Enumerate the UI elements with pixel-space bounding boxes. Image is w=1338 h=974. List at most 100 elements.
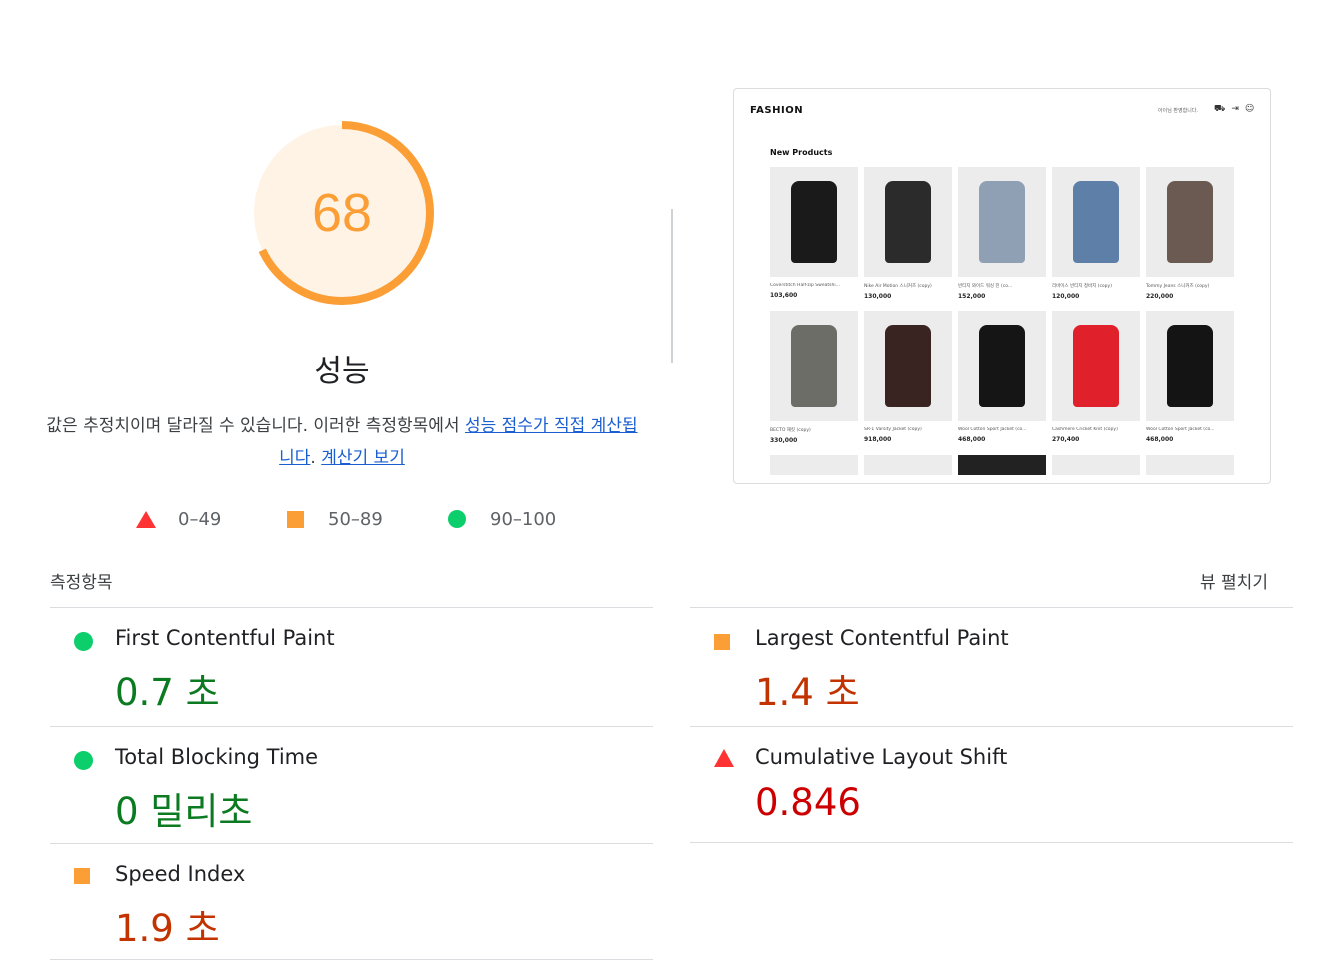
divider — [690, 842, 1293, 843]
legend-label: 0–49 — [178, 508, 222, 530]
shop-section-title: New Products — [770, 148, 833, 157]
product-price: 130,000 — [864, 293, 892, 300]
average-square-icon — [74, 868, 90, 884]
metric-cumulative-layout-shift: Cumulative Layout Shift 0.846 — [690, 727, 1293, 843]
product-name: Tommy Jeans 스니커즈 (copy) — [1146, 284, 1210, 289]
product-garment — [979, 181, 1025, 263]
product-price: 468,000 — [1146, 436, 1174, 443]
divider — [50, 959, 653, 960]
product-card[interactable]: Wool Cotton Sport Jacket (co... 468,000 — [1146, 311, 1234, 443]
square-icon — [287, 510, 304, 528]
product-name: 리바이스 빈티지 청바지 (copy) — [1052, 284, 1112, 289]
product-card-partial — [1146, 455, 1234, 475]
metric-speed-index: Speed Index 1.9 초 — [50, 844, 653, 959]
metric-first-contentful-paint: First Contentful Paint 0.7 초 — [50, 608, 653, 726]
product-price: 330,000 — [770, 437, 798, 444]
product-image — [864, 167, 952, 277]
product-name: Nike Air Motion 스니커즈 (copy) — [864, 284, 932, 289]
product-image — [864, 311, 952, 421]
average-square-icon — [714, 634, 730, 650]
score-description: 값은 추정치이며 달라질 수 있습니다. 이러한 측정항목에서 성능 점수가 직… — [40, 410, 644, 474]
final-screenshot[interactable]: FASHION 아이님 환영합니다. ⛟⇥☺ New Products Cove… — [733, 88, 1271, 484]
product-name: Wool Cotton Sport Jacket (co... — [1146, 427, 1215, 432]
product-garment — [885, 325, 931, 407]
product-card[interactable]: Nike Air Motion 스니커즈 (copy) 130,000 — [864, 167, 952, 300]
legend-fail: 0–49 — [136, 506, 221, 532]
product-garment — [1167, 325, 1213, 407]
product-card[interactable]: 빈티지 와이드 워싱 진 (co... 152,000 — [958, 167, 1046, 300]
shop-greeting: 아이님 환영합니다. — [1158, 108, 1198, 114]
triangle-icon — [136, 510, 156, 528]
metric-total-blocking-time: Total Blocking Time 0 밀리초 — [50, 727, 653, 843]
product-price: 152,000 — [958, 293, 986, 300]
product-image — [1052, 167, 1140, 277]
product-card[interactable]: 리바이스 빈티지 청바지 (copy) 120,000 — [1052, 167, 1140, 300]
shop-header-icons: ⛟⇥☺ — [1214, 104, 1260, 115]
metric-largest-contentful-paint: Largest Contentful Paint 1.4 초 — [690, 608, 1293, 726]
logout-icon: ⇥ — [1231, 104, 1245, 114]
product-image — [1052, 311, 1140, 421]
metric-name: Speed Index — [115, 862, 246, 886]
product-price: 120,000 — [1052, 293, 1080, 300]
description-separator: . — [310, 448, 322, 468]
product-garment — [885, 181, 931, 263]
product-image — [958, 311, 1046, 421]
metric-value: 0 밀리초 — [115, 790, 253, 833]
product-card[interactable]: BECTO 재킷 (copy) 330,000 — [770, 311, 858, 444]
user-icon: ☺ — [1244, 104, 1261, 114]
pass-circle-icon — [74, 751, 93, 770]
product-card[interactable]: Tommy Jeans 스니커즈 (copy) 220,000 — [1146, 167, 1234, 300]
expand-view-toggle[interactable]: 뷰 펼치기 — [1200, 568, 1268, 593]
product-garment — [1167, 181, 1213, 263]
product-price: 220,000 — [1146, 293, 1174, 300]
metrics-label: 측정항목 — [50, 573, 113, 593]
product-card-partial — [958, 455, 1046, 475]
legend-label: 50–89 — [328, 508, 383, 530]
product-image — [958, 167, 1046, 277]
product-card[interactable]: SR-1 Varsity Jacket (copy) 918,000 — [864, 311, 952, 443]
product-garment — [979, 325, 1025, 407]
circle-icon — [448, 510, 466, 528]
product-card[interactable]: Coverstitch Half-zip Sweatshi... 103,600 — [770, 167, 858, 299]
product-price: 270,400 — [1052, 436, 1080, 443]
product-card[interactable]: Wool Cotton Sport Jacket (co... 468,000 — [958, 311, 1046, 443]
product-image — [770, 311, 858, 421]
legend-average: 50–89 — [287, 506, 383, 532]
product-garment — [791, 325, 837, 407]
product-name: BECTO 재킷 (copy) — [770, 428, 811, 433]
product-garment — [791, 181, 837, 263]
performance-score-gauge: 68 — [243, 114, 441, 312]
shop-logo: FASHION — [750, 105, 804, 116]
product-garment — [1073, 181, 1119, 263]
metric-value: 1.9 초 — [115, 907, 220, 950]
metric-value: 0.846 — [755, 781, 861, 824]
product-name: 빈티지 와이드 워싱 진 (co... — [958, 284, 1013, 289]
description-text: 값은 추정치이며 달라질 수 있습니다. 이러한 측정항목에서 — [46, 416, 465, 436]
product-image — [1146, 167, 1234, 277]
product-image — [1146, 311, 1234, 421]
product-card-partial — [1052, 455, 1140, 475]
legend-pass: 90–100 — [448, 506, 556, 532]
product-price: 468,000 — [958, 436, 986, 443]
product-price: 103,600 — [770, 292, 798, 299]
metric-name: Largest Contentful Paint — [755, 626, 1009, 650]
product-card[interactable]: Cashmere Cricket Knit (copy) 270,400 — [1052, 311, 1140, 443]
product-card-partial — [770, 455, 858, 475]
category-title: 성능 — [314, 354, 370, 389]
metric-value: 0.7 초 — [115, 671, 220, 714]
calculator-link[interactable]: 계산기 보기 — [321, 448, 405, 468]
product-name: Wool Cotton Sport Jacket (co... — [958, 427, 1027, 432]
metric-name: Total Blocking Time — [115, 745, 319, 769]
pass-circle-icon — [74, 632, 93, 651]
product-garment — [1073, 325, 1119, 407]
legend-label: 90–100 — [490, 508, 557, 530]
metric-value: 1.4 초 — [755, 671, 860, 714]
product-price: 918,000 — [864, 436, 892, 443]
product-name: Cashmere Cricket Knit (copy) — [1052, 427, 1118, 432]
vertical-divider — [671, 209, 673, 363]
cart-icon: ⛟ — [1214, 104, 1232, 114]
metric-name: Cumulative Layout Shift — [755, 745, 1008, 769]
product-image — [770, 167, 858, 277]
metric-name: First Contentful Paint — [115, 626, 335, 650]
product-name: SR-1 Varsity Jacket (copy) — [864, 427, 922, 432]
